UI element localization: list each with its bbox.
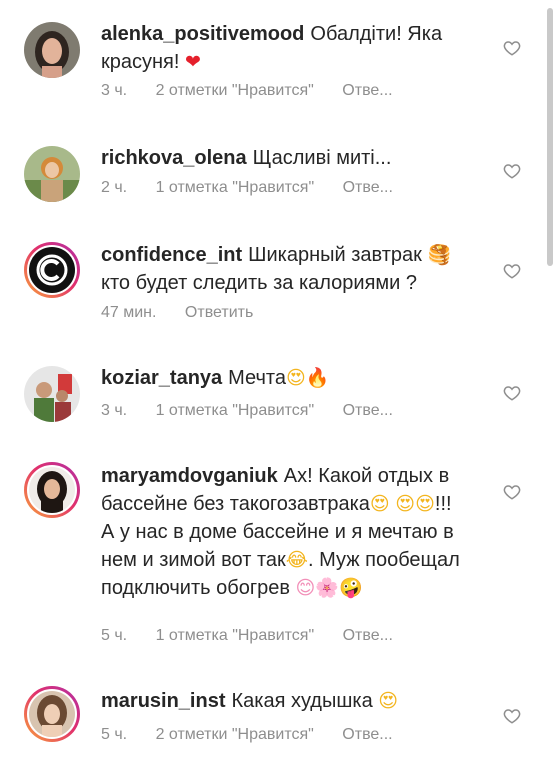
comment-username[interactable]: koziar_tanya bbox=[101, 367, 222, 389]
comment-likes-count[interactable]: 2 отметки "Нравится" bbox=[156, 726, 314, 743]
like-heart-icon[interactable] bbox=[503, 162, 521, 180]
like-heart-icon[interactable] bbox=[503, 707, 521, 725]
comment-meta: 3 ч. 1 отметка "Нравится" Отве... bbox=[101, 402, 417, 420]
smile-flower-crazy-emojis: 😊🌸🤪 bbox=[295, 577, 363, 599]
avatar[interactable] bbox=[24, 146, 80, 202]
avatar bbox=[27, 689, 77, 739]
comment-time: 3 ч. bbox=[101, 402, 128, 419]
reply-button[interactable]: Отве... bbox=[342, 726, 392, 743]
comment-likes-count[interactable]: 1 отметка "Нравится" bbox=[156, 402, 315, 419]
fire-emoji: 🔥 bbox=[305, 367, 330, 389]
comment-meta: 5 ч. 1 отметка "Нравится" Отве... bbox=[101, 627, 417, 645]
comment-text: richkova_olena Щасливі миті... bbox=[101, 144, 481, 172]
comment-body: Мечта bbox=[228, 367, 286, 389]
avatar-story-ring[interactable] bbox=[24, 686, 80, 742]
like-heart-icon[interactable] bbox=[503, 262, 521, 280]
avatar[interactable] bbox=[24, 366, 80, 422]
pancakes-emoji: 🥞 bbox=[427, 244, 452, 266]
avatar-photo bbox=[29, 467, 75, 513]
heart-eyes-emoji-pair: 😍😍 bbox=[395, 493, 435, 515]
avatar bbox=[27, 245, 77, 295]
avatar-photo bbox=[24, 22, 80, 78]
reply-button[interactable]: Ответить bbox=[185, 304, 253, 321]
comment-body: Шикарный завтрак bbox=[248, 244, 422, 266]
red-heart-emoji: ❤ bbox=[185, 51, 201, 73]
comment-text: koziar_tanya Мечта😍🔥 bbox=[101, 364, 481, 392]
comment-body: Какая худышка bbox=[231, 690, 373, 712]
comment-meta: 47 мин. Ответить bbox=[101, 304, 277, 322]
avatar-story-ring[interactable] bbox=[24, 242, 80, 298]
reply-button[interactable]: Отве... bbox=[343, 179, 393, 196]
comment-time: 5 ч. bbox=[101, 726, 128, 743]
reply-button[interactable]: Отве... bbox=[343, 402, 393, 419]
comment-text: confidence_int Шикарный завтрак 🥞 кто буд… bbox=[101, 241, 481, 297]
heart-eyes-emoji: 😍 bbox=[286, 367, 306, 389]
tears-of-joy-emoji: 😂 bbox=[285, 549, 308, 571]
comment-time: 2 ч. bbox=[101, 179, 128, 196]
comment-username[interactable]: alenka_positivemood bbox=[101, 23, 304, 45]
comment-time: 3 ч. bbox=[101, 82, 128, 99]
heart-eyes-emoji: 😍 bbox=[369, 493, 390, 515]
comment-likes-count[interactable]: 1 отметка "Нравится" bbox=[156, 627, 315, 644]
avatar-photo bbox=[24, 146, 80, 202]
comment-username[interactable]: maryamdovganiuk bbox=[101, 465, 278, 487]
comment-meta: 3 ч. 2 отметки "Нравится" Отве... bbox=[101, 82, 417, 100]
comment-time: 5 ч. bbox=[101, 627, 128, 644]
comment-username[interactable]: marusin_inst bbox=[101, 690, 225, 712]
reply-button[interactable]: Отве... bbox=[342, 82, 392, 99]
brand-logo-c bbox=[29, 247, 75, 293]
comment-body-line2: кто будет следить за калориями ? bbox=[101, 272, 418, 294]
comment-meta: 5 ч. 2 отметки "Нравится" Отве... bbox=[101, 726, 417, 744]
comment-likes-count[interactable]: 2 отметки "Нравится" bbox=[156, 82, 314, 99]
comment-likes-count[interactable]: 1 отметка "Нравится" bbox=[156, 179, 315, 196]
comment-username[interactable]: confidence_int bbox=[101, 244, 242, 266]
comment-text: maryamdovganiuk Ах! Какой отдых в бассейн… bbox=[101, 462, 461, 602]
comment-text: alenka_positivemood Обалдіти! Яка красуня… bbox=[101, 20, 481, 76]
avatar[interactable] bbox=[24, 22, 80, 78]
like-heart-icon[interactable] bbox=[503, 384, 521, 402]
avatar bbox=[27, 465, 77, 515]
avatar-story-ring[interactable] bbox=[24, 462, 80, 518]
comment-meta: 2 ч. 1 отметка "Нравится" Отве... bbox=[101, 179, 417, 197]
comment-body: Щасливі миті... bbox=[252, 147, 392, 169]
avatar-photo bbox=[29, 691, 75, 737]
scrollbar[interactable] bbox=[547, 8, 553, 266]
heart-eyes-emoji: 😍 bbox=[378, 690, 399, 712]
comment-username[interactable]: richkova_olena bbox=[101, 147, 247, 169]
like-heart-icon[interactable] bbox=[503, 39, 521, 57]
avatar-photo bbox=[24, 366, 80, 422]
comment-time: 47 мин. bbox=[101, 304, 157, 321]
comment-text: marusin_inst Какая худышка 😍 bbox=[101, 687, 481, 715]
like-heart-icon[interactable] bbox=[503, 483, 521, 501]
reply-button[interactable]: Отве... bbox=[343, 627, 393, 644]
